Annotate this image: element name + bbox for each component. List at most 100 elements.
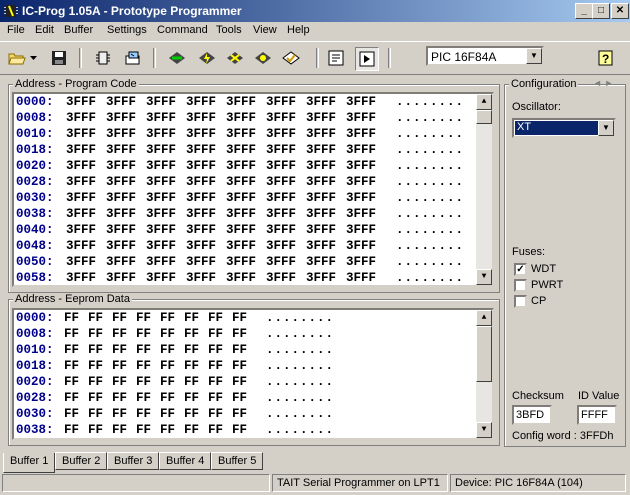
hex-cell[interactable]: 3FFF [306, 127, 336, 141]
hex-cell[interactable]: FF [64, 327, 79, 341]
hex-cell[interactable]: FF [232, 407, 247, 421]
hardware-setup-icon[interactable] [122, 47, 144, 69]
hex-cell[interactable]: 3FFF [266, 143, 296, 157]
hex-cell[interactable]: 3FFF [66, 143, 96, 157]
dropdown-arrow-icon[interactable] [28, 47, 38, 69]
id-value-field[interactable]: FFFF [577, 405, 617, 425]
config-scroll-arrows-icon[interactable]: ◄ ► [593, 78, 613, 88]
hex-cell[interactable]: FF [88, 407, 103, 421]
hex-cell[interactable]: 3FFF [306, 271, 336, 285]
hex-cell[interactable]: FF [136, 391, 151, 405]
hex-cell[interactable]: 3FFF [186, 191, 216, 205]
hex-cell[interactable]: FF [184, 423, 199, 437]
hex-cell[interactable]: FF [112, 343, 127, 357]
hex-cell[interactable]: FF [64, 375, 79, 389]
assembler-view-icon[interactable] [325, 47, 347, 69]
hex-cell[interactable]: 3FFF [306, 207, 336, 221]
hex-cell[interactable]: 3FFF [346, 191, 376, 205]
hex-cell[interactable]: 3FFF [66, 271, 96, 285]
hex-cell[interactable]: FF [160, 407, 175, 421]
hex-cell[interactable]: FF [88, 359, 103, 373]
maximize-button[interactable]: □ [592, 3, 610, 19]
hex-cell[interactable]: 3FFF [106, 239, 136, 253]
hex-cell[interactable]: 3FFF [346, 207, 376, 221]
hex-cell[interactable]: 3FFF [106, 159, 136, 173]
hex-cell[interactable]: 3FFF [266, 255, 296, 269]
hex-cell[interactable]: FF [64, 343, 79, 357]
hex-cell[interactable]: 3FFF [306, 159, 336, 173]
hex-cell[interactable]: 3FFF [186, 175, 216, 189]
help-icon[interactable]: ? [595, 47, 617, 69]
hex-cell[interactable]: 3FFF [66, 159, 96, 173]
hex-cell[interactable]: FF [184, 359, 199, 373]
hex-cell[interactable]: 3FFF [146, 111, 176, 125]
ascii-cell[interactable]: ........ [396, 239, 464, 253]
hex-cell[interactable]: 3FFF [266, 223, 296, 237]
hex-cell[interactable]: FF [232, 359, 247, 373]
hex-cell[interactable]: 3FFF [106, 175, 136, 189]
hex-cell[interactable]: 3FFF [186, 159, 216, 173]
hex-cell[interactable]: 3FFF [266, 191, 296, 205]
scroll-down-icon[interactable]: ▼ [476, 422, 492, 438]
hex-cell[interactable]: 3FFF [146, 271, 176, 285]
hex-cell[interactable]: 3FFF [146, 239, 176, 253]
hex-cell[interactable]: FF [208, 359, 223, 373]
hex-cell[interactable]: 3FFF [146, 207, 176, 221]
hex-cell[interactable]: FF [232, 327, 247, 341]
hex-cell[interactable]: 3FFF [66, 223, 96, 237]
hex-cell[interactable]: 3FFF [226, 143, 256, 157]
hex-cell[interactable]: FF [64, 391, 79, 405]
hex-cell[interactable]: 3FFF [306, 239, 336, 253]
hex-cell[interactable]: 3FFF [266, 159, 296, 173]
open-folder-icon[interactable] [6, 47, 28, 69]
hex-cell[interactable]: 3FFF [186, 271, 216, 285]
hex-cell[interactable]: 3FFF [146, 159, 176, 173]
hex-cell[interactable]: 3FFF [226, 207, 256, 221]
program-code-scrollbar[interactable]: ▲ ▼ [476, 94, 492, 285]
hex-cell[interactable]: 3FFF [346, 143, 376, 157]
hex-cell[interactable]: FF [160, 423, 175, 437]
hex-cell[interactable]: FF [184, 343, 199, 357]
hex-cell[interactable]: 3FFF [66, 111, 96, 125]
hex-cell[interactable]: FF [64, 311, 79, 325]
hex-cell[interactable]: 3FFF [346, 271, 376, 285]
ascii-cell[interactable]: ........ [396, 255, 464, 269]
ascii-cell[interactable]: ........ [266, 391, 334, 405]
hex-cell[interactable]: 3FFF [106, 143, 136, 157]
hex-cell[interactable]: 3FFF [226, 127, 256, 141]
hex-cell[interactable]: 3FFF [106, 191, 136, 205]
tab-buffer-3[interactable]: Buffer 3 [107, 452, 160, 470]
hex-cell[interactable]: FF [136, 423, 151, 437]
ascii-cell[interactable]: ........ [396, 111, 464, 125]
pwrt-checkbox[interactable] [514, 279, 527, 292]
hex-cell[interactable]: FF [88, 375, 103, 389]
hex-cell[interactable]: 3FFF [306, 255, 336, 269]
hex-cell[interactable]: FF [232, 391, 247, 405]
hex-cell[interactable]: FF [64, 359, 79, 373]
hex-cell[interactable]: 3FFF [106, 255, 136, 269]
menu-view[interactable]: View [253, 24, 277, 36]
read-chip-icon[interactable] [166, 47, 188, 69]
scroll-down-icon[interactable]: ▼ [476, 269, 492, 285]
hex-cell[interactable]: 3FFF [186, 255, 216, 269]
hex-cell[interactable]: FF [208, 311, 223, 325]
hex-cell[interactable]: 3FFF [66, 191, 96, 205]
hex-cell[interactable]: 3FFF [106, 207, 136, 221]
hex-cell[interactable]: 3FFF [306, 143, 336, 157]
menu-help[interactable]: Help [287, 24, 310, 36]
hex-cell[interactable]: 3FFF [146, 255, 176, 269]
hex-cell[interactable]: FF [160, 391, 175, 405]
hex-cell[interactable]: 3FFF [226, 271, 256, 285]
menu-tools[interactable]: Tools [216, 24, 242, 36]
blank-check-icon[interactable] [280, 47, 302, 69]
hex-cell[interactable]: 3FFF [66, 207, 96, 221]
hex-cell[interactable]: 3FFF [146, 223, 176, 237]
ascii-cell[interactable]: ........ [396, 95, 464, 109]
hex-cell[interactable]: 3FFF [266, 127, 296, 141]
hex-cell[interactable]: FF [112, 375, 127, 389]
hex-cell[interactable]: FF [160, 359, 175, 373]
hex-cell[interactable]: 3FFF [66, 175, 96, 189]
hex-cell[interactable]: 3FFF [146, 95, 176, 109]
hex-cell[interactable]: FF [208, 375, 223, 389]
hex-cell[interactable]: 3FFF [346, 159, 376, 173]
